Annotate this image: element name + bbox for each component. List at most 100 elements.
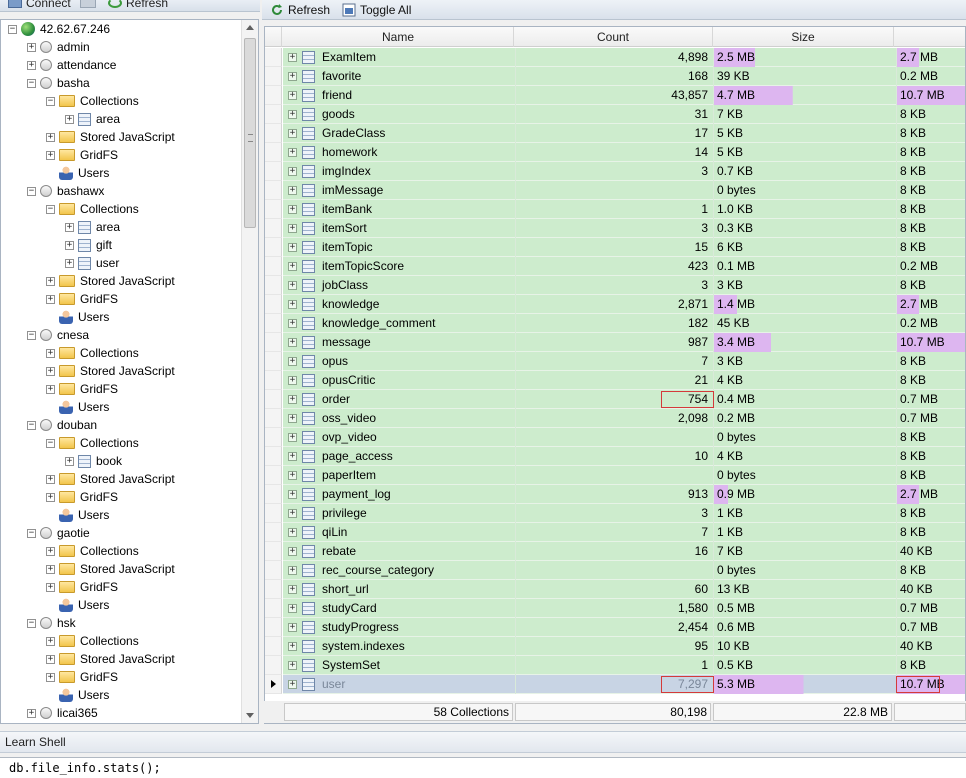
collection-row[interactable]: + qiLin 7 1 KB 8 KB <box>265 523 965 542</box>
collapse-icon[interactable]: − <box>27 186 36 196</box>
row-selector[interactable] <box>265 162 282 181</box>
tree-item-db[interactable]: − hsk <box>27 614 76 632</box>
expand-icon[interactable]: + <box>65 456 74 466</box>
expand-icon[interactable]: + <box>288 262 297 271</box>
expand-icon[interactable]: + <box>288 623 297 632</box>
refresh-button[interactable]: Refresh <box>270 2 330 18</box>
row-selector[interactable] <box>265 257 282 276</box>
tree-item-folder[interactable]: + Collections <box>46 344 139 362</box>
collection-row-body[interactable]: + oss_video 2,098 0.2 MB 0.7 MB <box>283 409 965 428</box>
tree-item-table[interactable]: + user <box>65 254 119 272</box>
expand-icon[interactable]: + <box>288 53 297 62</box>
tree-item-user[interactable]: Users <box>46 596 109 614</box>
row-selector[interactable] <box>265 599 282 618</box>
tree-item-user[interactable]: Users <box>46 164 109 182</box>
collection-row[interactable]: + friend 43,857 4.7 MB 10.7 MB <box>265 86 965 105</box>
row-selector[interactable] <box>265 371 282 390</box>
scroll-up-arrow-icon[interactable] <box>246 25 254 30</box>
collection-row-body[interactable]: + imgIndex 3 0.7 KB 8 KB <box>283 162 965 181</box>
collection-row[interactable]: + imMessage 0 bytes 8 KB <box>265 181 965 200</box>
row-selector[interactable] <box>265 352 282 371</box>
expand-icon[interactable]: + <box>288 205 297 214</box>
collection-row[interactable]: + itemBank 1 1.0 KB 8 KB <box>265 200 965 219</box>
tree-item-table[interactable]: + gift <box>65 236 112 254</box>
collection-row[interactable]: + rebate 16 7 KB 40 KB <box>265 542 965 561</box>
expand-icon[interactable]: + <box>288 319 297 328</box>
tree-item-db[interactable]: − bashawx <box>27 182 104 200</box>
tree-item-folder[interactable]: + Collections <box>46 632 139 650</box>
collection-row-body[interactable]: + goods 31 7 KB 8 KB <box>283 105 965 124</box>
row-selector[interactable] <box>265 580 282 599</box>
collection-row[interactable]: + homework 14 5 KB 8 KB <box>265 143 965 162</box>
collection-row-body[interactable]: + itemSort 3 0.3 KB 8 KB <box>283 219 965 238</box>
collection-row[interactable]: + favorite 168 39 KB 0.2 MB <box>265 67 965 86</box>
row-selector[interactable] <box>265 200 282 219</box>
collection-row[interactable]: + jobClass 3 3 KB 8 KB <box>265 276 965 295</box>
collection-row-body[interactable]: + user 7,297 5.3 MB 10.7 MB <box>283 675 965 694</box>
collection-row[interactable]: + system.indexes 95 10 KB 40 KB <box>265 637 965 656</box>
tree-item-db[interactable]: + licai365 <box>27 704 98 722</box>
row-selector[interactable] <box>265 276 282 295</box>
tree-item-user[interactable]: Users <box>46 398 109 416</box>
scroll-down-arrow-icon[interactable] <box>246 713 254 718</box>
collection-row-body[interactable]: + page_access 10 4 KB 8 KB <box>283 447 965 466</box>
expand-icon[interactable]: + <box>27 42 36 52</box>
row-selector[interactable] <box>265 124 282 143</box>
collection-row-body[interactable]: + imMessage 0 bytes 8 KB <box>283 181 965 200</box>
row-selector[interactable] <box>265 675 282 694</box>
expand-icon[interactable]: + <box>46 150 55 160</box>
expand-icon[interactable]: + <box>65 114 74 124</box>
expand-icon[interactable]: + <box>27 708 36 718</box>
expand-icon[interactable]: + <box>288 376 297 385</box>
collapse-icon[interactable]: − <box>27 618 36 628</box>
collection-row[interactable]: + itemTopicScore 423 0.1 MB 0.2 MB <box>265 257 965 276</box>
tree-item-user[interactable]: Users <box>46 308 109 326</box>
tree-item-table[interactable]: + area <box>65 218 120 236</box>
row-selector[interactable] <box>265 238 282 257</box>
tree-item-folder[interactable]: + GridFS <box>46 488 118 506</box>
scroll-thumb[interactable] <box>244 38 256 228</box>
tree-item-folder[interactable]: + Stored JavaScript <box>46 470 175 488</box>
row-selector[interactable] <box>265 466 282 485</box>
tree-item-folder[interactable]: − Collections <box>46 92 139 110</box>
collection-row[interactable]: + ExamItem 4,898 2.5 MB 2.7 MB <box>265 48 965 67</box>
row-selector[interactable] <box>265 523 282 542</box>
collection-row[interactable]: + goods 31 7 KB 8 KB <box>265 105 965 124</box>
row-selector[interactable] <box>265 428 282 447</box>
expand-icon[interactable]: + <box>288 566 297 575</box>
collection-row-body[interactable]: + qiLin 7 1 KB 8 KB <box>283 523 965 542</box>
row-selector[interactable] <box>265 314 282 333</box>
expand-icon[interactable]: + <box>288 471 297 480</box>
tree-item-folder[interactable]: + Stored JavaScript <box>46 272 175 290</box>
expand-icon[interactable]: + <box>46 636 55 646</box>
expand-icon[interactable]: + <box>46 492 55 502</box>
collapse-icon[interactable]: − <box>46 204 55 214</box>
tree-item-folder[interactable]: + GridFS <box>46 146 118 164</box>
expand-icon[interactable]: + <box>46 132 55 142</box>
expand-icon[interactable]: + <box>288 338 297 347</box>
collapse-icon[interactable]: − <box>27 420 36 430</box>
row-selector[interactable] <box>265 219 282 238</box>
collection-row-body[interactable]: + privilege 3 1 KB 8 KB <box>283 504 965 523</box>
tree-item-db[interactable]: − basha <box>27 74 90 92</box>
expand-icon[interactable]: + <box>288 604 297 613</box>
expand-icon[interactable]: + <box>288 395 297 404</box>
column-header-size[interactable]: Size <box>713 27 894 47</box>
collection-row[interactable]: + page_access 10 4 KB 8 KB <box>265 447 965 466</box>
expand-icon[interactable]: + <box>46 276 55 286</box>
tree-item-folder[interactable]: + Collections <box>46 542 139 560</box>
collection-row-body[interactable]: + knowledge 2,871 1.4 MB 2.7 MB <box>283 295 965 314</box>
expand-icon[interactable]: + <box>288 243 297 252</box>
collection-row-body[interactable]: + SystemSet 1 0.5 KB 8 KB <box>283 656 965 675</box>
collection-row[interactable]: + ovp_video 0 bytes 8 KB <box>265 428 965 447</box>
collection-row-body[interactable]: + itemBank 1 1.0 KB 8 KB <box>283 200 965 219</box>
row-selector[interactable] <box>265 390 282 409</box>
column-header-count[interactable]: Count <box>514 27 713 47</box>
tree-item-folder[interactable]: + Stored JavaScript <box>46 128 175 146</box>
collection-row-body[interactable]: + message 987 3.4 MB 10.7 MB <box>283 333 965 352</box>
row-selector[interactable] <box>265 542 282 561</box>
expand-icon[interactable]: + <box>46 564 55 574</box>
expand-icon[interactable]: + <box>46 582 55 592</box>
collection-row[interactable]: + opusCritic 21 4 KB 8 KB <box>265 371 965 390</box>
row-selector[interactable] <box>265 656 282 675</box>
